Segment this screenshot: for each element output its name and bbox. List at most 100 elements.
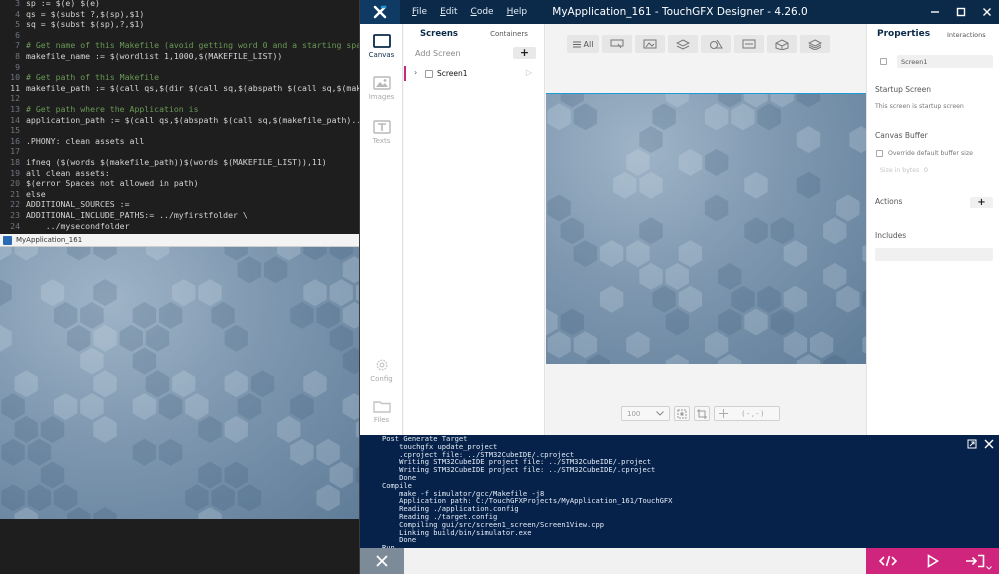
left-nav-rail: Canvas Images Texts Config Files: [360, 24, 403, 435]
code-line[interactable]: 11 makefile_path := $(call qs,$(dir $(cal…: [0, 83, 360, 94]
play-icon[interactable]: ▷: [526, 68, 532, 77]
simulator-titlebar[interactable]: MyApplication_161: [0, 234, 360, 247]
hexagon-shape: [329, 324, 353, 352]
size-in-bytes-value[interactable]: 0: [924, 167, 928, 174]
expand-icon[interactable]: [967, 439, 977, 449]
hexagon-shape: [172, 370, 196, 398]
tab-containers[interactable]: Containers: [474, 24, 544, 44]
maximize-button[interactable]: [948, 0, 974, 24]
screen-name-input[interactable]: Screen1: [897, 55, 993, 68]
code-line[interactable]: 15: [0, 125, 360, 136]
filter-shapes[interactable]: [701, 35, 731, 53]
code-text: qs = $(subst ?,$(sp),$1): [26, 8, 145, 19]
hexagon-shape: [40, 415, 65, 443]
filter-images[interactable]: [635, 35, 665, 53]
code-line[interactable]: 17: [0, 146, 360, 157]
hexagon-shape: [290, 301, 314, 329]
screens-tabs: Screens Containers: [404, 24, 544, 44]
chevron-right-icon[interactable]: ›: [414, 68, 417, 77]
screen-list-item[interactable]: › Screen1 ▷: [404, 66, 545, 81]
hexagon-shape: [796, 94, 821, 108]
add-screen-button[interactable]: +: [513, 47, 536, 59]
code-line[interactable]: 10 # Get path of this Makefile: [0, 72, 360, 83]
tab-properties[interactable]: Properties: [877, 29, 930, 39]
simulator-title: MyApplication_161: [16, 236, 83, 244]
code-line[interactable]: 5 sq = $(subst $(sp),?,$1): [0, 19, 360, 30]
rail-canvas[interactable]: Canvas: [360, 28, 403, 70]
includes-input[interactable]: [875, 248, 993, 261]
code-line[interactable]: 14 application_path := $(call qs,$(abspat…: [0, 115, 360, 126]
hexagon-shape: [599, 285, 624, 313]
line-number: 16: [10, 135, 20, 146]
code-line[interactable]: 18 ifneq ($(words $(makefile_path))$(word…: [0, 157, 360, 168]
filter-misc[interactable]: [800, 35, 830, 53]
override-buffer-checkbox[interactable]: [876, 150, 883, 157]
rail-images[interactable]: Images: [360, 70, 403, 112]
filter-containers[interactable]: [668, 35, 698, 53]
rail-texts[interactable]: Texts: [360, 114, 403, 156]
hexagon-shape: [27, 438, 52, 466]
screen-checkbox[interactable]: [425, 70, 433, 78]
run-simulator-button[interactable]: [918, 548, 948, 574]
hexagon-shape: [796, 354, 821, 364]
code-line[interactable]: 22 ADDITIONAL_SOURCES :=: [0, 199, 360, 210]
code-line[interactable]: 21 else: [0, 189, 360, 200]
generate-code-button[interactable]: [873, 548, 903, 574]
filter-all-button[interactable]: All: [567, 35, 599, 53]
code-line[interactable]: 20 $(error Spaces not allowed in path): [0, 178, 360, 189]
startup-screen-heading: Startup Screen: [875, 85, 932, 94]
code-line[interactable]: 7 # Get name of this Makefile (avoid gett…: [0, 40, 360, 51]
code-line[interactable]: 12: [0, 93, 360, 104]
filter-buttons[interactable]: [602, 35, 632, 53]
tab-screens[interactable]: Screens: [404, 24, 474, 44]
app-icon: [3, 235, 12, 245]
menu-file[interactable]: File: [412, 7, 427, 17]
canvas-area[interactable]: All 100 ( - , - ): [546, 24, 866, 435]
code-line[interactable]: 16 .PHONY: clean assets all: [0, 136, 360, 147]
hexagon-shape: [14, 247, 38, 261]
code-line[interactable]: 13 # Get path where the Application is: [0, 104, 360, 115]
hexagon-shape: [93, 279, 117, 307]
textarea-icon: [742, 39, 756, 49]
menu-help[interactable]: Help: [507, 7, 528, 17]
crop-button[interactable]: [694, 406, 710, 421]
fit-screen-button[interactable]: [674, 406, 690, 421]
menu-edit[interactable]: Edit: [440, 7, 457, 17]
code-line[interactable]: 9: [0, 62, 360, 73]
zoom-select[interactable]: 100: [621, 406, 670, 421]
simulator-screen[interactable]: [0, 247, 360, 519]
menu-bar: File Edit Code Help: [412, 7, 540, 17]
hexagon-shape: [744, 217, 768, 245]
hexagon-shape: [704, 103, 729, 131]
rail-config[interactable]: Config: [360, 352, 403, 394]
gear-icon: [376, 359, 387, 371]
image-widget-icon: [643, 39, 657, 49]
code-line[interactable]: 8 makefile_name := $(wordlist 1,1000,$(MA…: [0, 51, 360, 62]
code-line[interactable]: 23 ADDITIONAL_INCLUDE_PATHS:= ../myfirstf…: [0, 210, 360, 221]
close-icon[interactable]: [984, 439, 994, 449]
code-line[interactable]: 19 all clean assets:: [0, 168, 360, 179]
close-window-button[interactable]: [974, 0, 999, 24]
code-editor[interactable]: 3 sp := $(e) $(e) 4 qs = $(subst ?,$(sp),$1…: [0, 0, 360, 234]
tab-interactions[interactable]: Interactions: [947, 31, 986, 39]
hexagon-shape: [172, 279, 196, 307]
code-line[interactable]: 24 ../mysecondfolder: [0, 221, 360, 232]
hexagon-shape: [211, 484, 235, 512]
filter-3d[interactable]: [767, 35, 797, 53]
run-target-button[interactable]: [963, 548, 993, 574]
simulator-window[interactable]: MyApplication_161: [0, 234, 360, 519]
menu-code[interactable]: Code: [471, 7, 494, 17]
design-screen[interactable]: [546, 93, 866, 364]
code-line[interactable]: 3 sp := $(e) $(e): [0, 0, 360, 9]
filter-text[interactable]: [734, 35, 764, 53]
minimize-button[interactable]: [922, 0, 948, 24]
add-action-button[interactable]: +: [970, 197, 993, 208]
console-output[interactable]: Post Generate Target touchgfx update_pro…: [360, 435, 999, 548]
rail-files[interactable]: Files: [360, 393, 403, 435]
close-console-button[interactable]: [360, 548, 404, 574]
hexagon-shape: [132, 393, 157, 421]
code-text: ifneq ($(words $(makefile_path))$(words …: [26, 157, 327, 167]
screen-visibility-checkbox[interactable]: [880, 58, 887, 65]
code-line[interactable]: 6: [0, 30, 360, 41]
code-line[interactable]: 4 qs = $(subst ?,$(sp),$1): [0, 9, 360, 20]
